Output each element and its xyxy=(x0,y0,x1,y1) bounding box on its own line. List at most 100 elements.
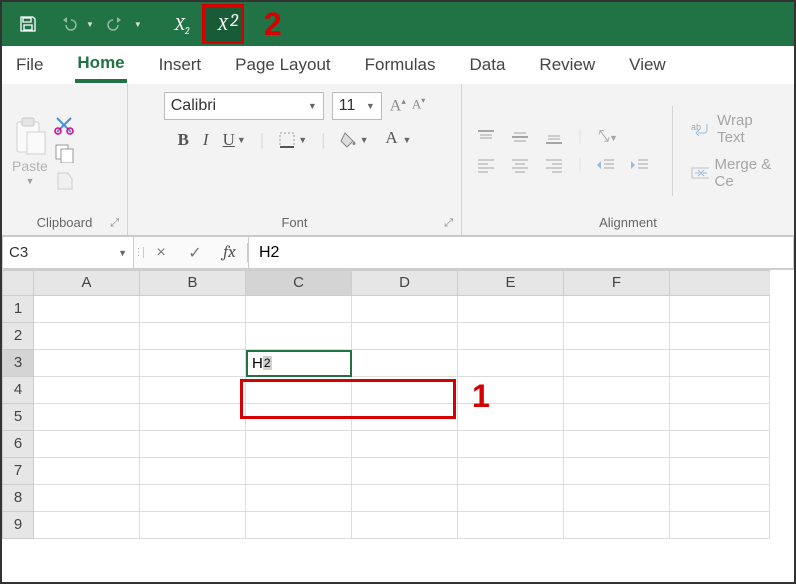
row-header[interactable]: 5 xyxy=(2,404,34,431)
row-header[interactable]: 7 xyxy=(2,458,34,485)
cell[interactable] xyxy=(352,296,458,323)
cell[interactable] xyxy=(458,296,564,323)
cell[interactable] xyxy=(670,377,770,404)
name-box[interactable]: C3▼ xyxy=(2,236,134,269)
cell[interactable] xyxy=(34,512,140,539)
cell[interactable] xyxy=(352,431,458,458)
cell[interactable] xyxy=(670,323,770,350)
cell[interactable] xyxy=(458,458,564,485)
col-header-g[interactable] xyxy=(670,270,770,296)
cell[interactable] xyxy=(670,296,770,323)
cell[interactable] xyxy=(246,377,352,404)
wrap-text-button[interactable]: ab Wrap Text xyxy=(691,112,784,146)
cell[interactable] xyxy=(246,512,352,539)
cell[interactable] xyxy=(140,296,246,323)
cell[interactable] xyxy=(246,458,352,485)
cell[interactable] xyxy=(352,485,458,512)
cell[interactable] xyxy=(352,350,458,377)
cell[interactable] xyxy=(140,404,246,431)
row-header[interactable]: 9 xyxy=(2,512,34,539)
italic-button[interactable]: I xyxy=(203,130,209,150)
clipboard-launcher[interactable]: ⤢ xyxy=(110,217,119,230)
paste-button[interactable]: Paste ▼ xyxy=(12,116,48,186)
cell[interactable] xyxy=(140,377,246,404)
cell[interactable] xyxy=(246,431,352,458)
cell[interactable] xyxy=(564,485,670,512)
undo-button[interactable] xyxy=(50,6,86,42)
border-button[interactable]: ▼ xyxy=(278,131,307,149)
fx-button[interactable]: fx xyxy=(212,243,248,262)
cell[interactable] xyxy=(670,350,770,377)
cell[interactable] xyxy=(564,431,670,458)
cell[interactable] xyxy=(670,458,770,485)
cell[interactable] xyxy=(564,323,670,350)
cell[interactable] xyxy=(352,377,458,404)
increase-font-icon[interactable]: A▴ xyxy=(390,96,406,115)
increase-indent-icon[interactable] xyxy=(630,157,650,173)
tab-data[interactable]: Data xyxy=(468,49,508,81)
enter-button[interactable]: ✓ xyxy=(178,243,212,263)
cell[interactable] xyxy=(140,431,246,458)
align-top-icon[interactable] xyxy=(476,129,496,145)
cell[interactable] xyxy=(34,323,140,350)
redo-dropdown[interactable]: ▼ xyxy=(134,20,142,29)
expand-namebox[interactable]: ⋮ xyxy=(134,247,144,258)
row-header[interactable]: 6 xyxy=(2,431,34,458)
cell[interactable] xyxy=(564,350,670,377)
cell[interactable] xyxy=(34,404,140,431)
orientation-button[interactable]: ⤡▼ xyxy=(596,128,618,146)
cell[interactable] xyxy=(34,431,140,458)
cell[interactable] xyxy=(458,323,564,350)
row-header[interactable]: 3 xyxy=(2,350,34,377)
copy-icon[interactable] xyxy=(54,143,76,163)
cell[interactable] xyxy=(670,404,770,431)
cell[interactable] xyxy=(458,512,564,539)
tab-file[interactable]: File xyxy=(14,49,45,81)
col-header-b[interactable]: B xyxy=(140,270,246,296)
cell[interactable] xyxy=(140,350,246,377)
cell[interactable] xyxy=(140,458,246,485)
cell[interactable] xyxy=(458,350,564,377)
bold-button[interactable]: B xyxy=(178,130,189,150)
align-bottom-icon[interactable] xyxy=(544,129,564,145)
cell[interactable] xyxy=(246,485,352,512)
cell[interactable] xyxy=(34,458,140,485)
cell[interactable] xyxy=(34,350,140,377)
row-header[interactable]: 8 xyxy=(2,485,34,512)
cell[interactable] xyxy=(458,485,564,512)
cell[interactable] xyxy=(352,404,458,431)
col-header-f[interactable]: F xyxy=(564,270,670,296)
cell[interactable] xyxy=(140,323,246,350)
cell[interactable] xyxy=(246,323,352,350)
font-size-combo[interactable]: 11▼ xyxy=(332,92,382,120)
cell[interactable] xyxy=(564,512,670,539)
row-header[interactable]: 1 xyxy=(2,296,34,323)
font-launcher[interactable]: ⤢ xyxy=(444,217,453,230)
redo-button[interactable] xyxy=(98,6,134,42)
cell[interactable] xyxy=(352,512,458,539)
cell[interactable] xyxy=(34,485,140,512)
subscript-button[interactable]: X2 xyxy=(162,6,198,42)
row-header[interactable]: 2 xyxy=(2,323,34,350)
font-color-button[interactable]: A ▼ xyxy=(382,128,411,152)
col-header-c[interactable]: C xyxy=(246,270,352,296)
format-painter-icon[interactable] xyxy=(54,171,76,191)
align-middle-icon[interactable] xyxy=(510,129,530,145)
cell[interactable] xyxy=(140,485,246,512)
cell[interactable] xyxy=(670,512,770,539)
cell[interactable] xyxy=(564,377,670,404)
merge-center-button[interactable]: Merge & Ce xyxy=(691,156,784,190)
cell[interactable] xyxy=(246,404,352,431)
tab-formulas[interactable]: Formulas xyxy=(363,49,438,81)
cell[interactable] xyxy=(34,377,140,404)
tab-view[interactable]: View xyxy=(627,49,668,81)
align-center-icon[interactable] xyxy=(510,157,530,173)
tab-insert[interactable]: Insert xyxy=(157,49,204,81)
decrease-indent-icon[interactable] xyxy=(596,157,616,173)
cell[interactable] xyxy=(352,458,458,485)
underline-button[interactable]: U▼ xyxy=(223,130,246,150)
align-left-icon[interactable] xyxy=(476,157,496,173)
cut-icon[interactable] xyxy=(54,115,76,135)
row-header[interactable]: 4 xyxy=(2,377,34,404)
decrease-font-icon[interactable]: A▾ xyxy=(412,96,425,115)
